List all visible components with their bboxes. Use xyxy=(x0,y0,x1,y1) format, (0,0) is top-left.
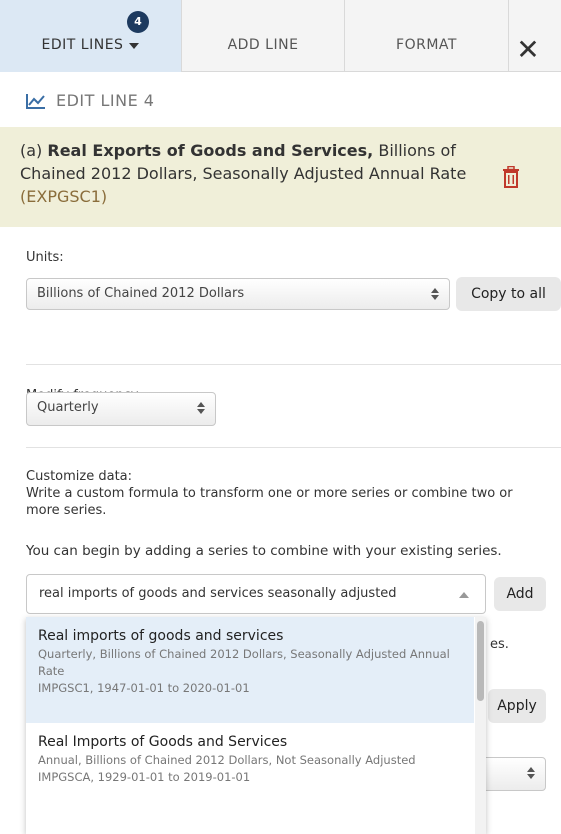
chevron-down-icon xyxy=(129,43,140,49)
suggestion-item[interactable]: Real imports of goods and services Quart… xyxy=(26,617,474,723)
tab-bar: EDIT LINES 4 ADD LINE FORMAT ✕ xyxy=(0,0,561,72)
series-search-input[interactable]: real imports of goods and services seaso… xyxy=(26,574,486,614)
suggestion-item[interactable]: Real Imports of Goods and Services Annua… xyxy=(26,723,474,834)
close-icon[interactable]: ✕ xyxy=(508,30,548,70)
tab-format[interactable]: FORMAT xyxy=(344,0,508,72)
trash-icon[interactable] xyxy=(502,166,520,188)
series-code: (EXPGSC1) xyxy=(20,187,108,206)
edit-line-heading: EDIT LINE 4 xyxy=(26,91,154,110)
divider xyxy=(26,364,561,365)
series-suggestions-dropdown: Real imports of goods and services Quart… xyxy=(26,617,486,834)
customize-hint: You can begin by adding a series to comb… xyxy=(26,543,502,559)
line-count-badge: 4 xyxy=(127,11,149,33)
tab-add-line[interactable]: ADD LINE xyxy=(181,0,344,72)
select-arrows-icon xyxy=(527,767,535,779)
units-label: Units: xyxy=(26,250,64,265)
divider xyxy=(26,447,561,448)
series-prefix: (a) xyxy=(20,141,48,160)
line-chart-icon xyxy=(26,93,45,109)
suggestion-meta: IMPGSC1, 1947-01-01 to 2020-01-01 xyxy=(38,681,250,695)
select-arrows-icon xyxy=(197,402,205,414)
frequency-select-value: Quarterly xyxy=(37,400,99,415)
copy-to-all-button[interactable]: Copy to all xyxy=(456,277,561,311)
tab-edit-lines-label: EDIT LINES xyxy=(41,37,124,53)
apply-button[interactable]: Apply xyxy=(488,689,546,723)
chevron-up-icon[interactable] xyxy=(459,592,469,598)
frequency-select[interactable]: Quarterly xyxy=(26,392,216,426)
tab-add-line-label: ADD LINE xyxy=(227,36,299,53)
suggestion-meta: IMPGSCA, 1929-01-01 to 2019-01-01 xyxy=(38,770,251,784)
series-info: (a) Real Exports of Goods and Services, … xyxy=(0,127,561,227)
customize-help: Write a custom formula to transform one … xyxy=(26,486,513,518)
scrollbar-thumb[interactable] xyxy=(477,621,484,701)
hidden-select[interactable] xyxy=(480,757,546,791)
series-search-value: real imports of goods and services seaso… xyxy=(39,586,397,601)
series-name: Real Exports of Goods and Services, xyxy=(47,141,374,160)
edit-line-title: EDIT LINE 4 xyxy=(56,91,155,110)
select-arrows-icon xyxy=(431,288,439,300)
dropdown-scrollbar[interactable] xyxy=(475,617,486,834)
customize-label: Customize data: xyxy=(26,469,133,484)
suggestion-title: Real imports of goods and services xyxy=(38,628,284,644)
add-series-button[interactable]: Add xyxy=(494,577,546,611)
units-select-value: Billions of Chained 2012 Dollars xyxy=(37,286,245,301)
suggestion-title: Real Imports of Goods and Services xyxy=(38,734,288,750)
partial-hint-text: es. xyxy=(490,637,509,652)
suggestion-desc: Quarterly, Billions of Chained 2012 Doll… xyxy=(38,647,450,678)
suggestion-desc: Annual, Billions of Chained 2012 Dollars… xyxy=(38,753,416,767)
tab-edit-lines[interactable]: EDIT LINES xyxy=(0,0,181,72)
units-select[interactable]: Billions of Chained 2012 Dollars xyxy=(26,278,450,310)
tab-format-label: FORMAT xyxy=(396,36,457,53)
